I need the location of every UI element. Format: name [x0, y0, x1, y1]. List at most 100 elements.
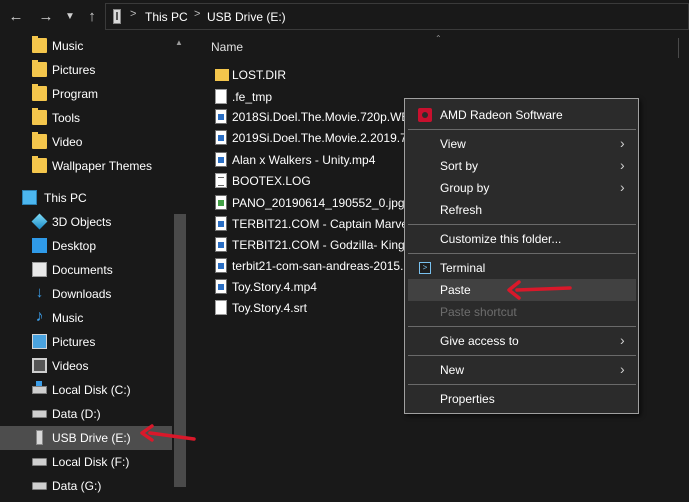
- annotation-arrow-icon: [507, 280, 572, 300]
- folder-icon: [32, 36, 47, 53]
- menu-item-label: Properties: [440, 392, 495, 406]
- video-file-icon: [215, 109, 227, 124]
- breadcrumb-this-pc[interactable]: This PC: [145, 10, 188, 24]
- breadcrumb-separator: >: [194, 8, 201, 20]
- menu-item-label: Paste: [440, 283, 471, 297]
- sidebar-item-videos[interactable]: Videos: [0, 354, 172, 378]
- column-divider[interactable]: [678, 38, 679, 58]
- file-name: Toy.Story.4.mp4: [232, 280, 317, 294]
- computer-icon: [22, 190, 37, 205]
- menu-item-properties[interactable]: Properties: [408, 388, 636, 410]
- folder-icon: [32, 132, 47, 149]
- file-name: 2018Si.Doel.The.Movie.720p.WEB: [232, 110, 418, 124]
- file-name: 2019Si.Doel.The.Movie.2.2019.720: [232, 131, 421, 145]
- sidebar-item-tools-folder[interactable]: Tools: [0, 106, 172, 130]
- sidebar-item-data-g[interactable]: Data (G:): [0, 474, 172, 498]
- folder-icon: [32, 156, 47, 173]
- menu-separator: [408, 253, 636, 254]
- drive-icon: [32, 410, 47, 418]
- menu-item-view[interactable]: View ›: [408, 133, 636, 155]
- video-file-icon: [215, 258, 227, 273]
- folder-icon: [32, 84, 47, 101]
- sidebar-item-video-folder[interactable]: Video: [0, 130, 172, 154]
- sidebar-item-pictures-folder[interactable]: Pictures: [0, 58, 172, 82]
- sidebar-item-label: Documents: [52, 263, 113, 277]
- menu-item-new[interactable]: New ›: [408, 359, 636, 381]
- sidebar-item-downloads[interactable]: ↓ Downloads: [0, 282, 172, 306]
- menu-item-refresh[interactable]: Refresh: [408, 199, 636, 221]
- submenu-chevron-icon: ›: [620, 179, 625, 195]
- file-name: Alan x Walkers - Unity.mp4: [232, 153, 376, 167]
- sidebar-item-documents[interactable]: Documents: [0, 258, 172, 282]
- menu-item-label: View: [440, 137, 466, 151]
- menu-item-customize-folder[interactable]: Customize this folder...: [408, 228, 636, 250]
- menu-separator: [408, 384, 636, 385]
- context-menu: AMD Radeon Software View › Sort by › Gro…: [404, 98, 639, 414]
- sidebar-item-local-disk-c[interactable]: Local Disk (C:): [0, 378, 172, 402]
- sidebar-item-pictures[interactable]: Pictures: [0, 330, 172, 354]
- log-file-icon: [215, 173, 227, 188]
- sidebar-item-program-folder[interactable]: Program: [0, 82, 172, 106]
- video-file-icon: [215, 152, 227, 167]
- desktop-icon: [32, 238, 47, 253]
- sidebar-scrollbar-thumb[interactable]: [174, 214, 186, 487]
- sidebar-item-label: Video: [52, 135, 83, 149]
- sidebar-item-label: Wallpaper Themes: [52, 159, 153, 173]
- sidebar-item-this-pc[interactable]: This PC: [0, 186, 172, 210]
- sidebar-item-label: Videos: [52, 359, 89, 373]
- usb-drive-icon: [113, 9, 121, 24]
- recent-locations-chevron-icon[interactable]: ▼: [60, 7, 80, 27]
- sidebar-item-data-d[interactable]: Data (D:): [0, 402, 172, 426]
- folder-icon: [32, 60, 47, 77]
- file-name: TERBIT21.COM - Godzilla- King o: [232, 238, 415, 252]
- sidebar-item-label: Downloads: [52, 287, 112, 301]
- address-bar[interactable]: > This PC > USB Drive (E:): [105, 3, 689, 30]
- file-name: Toy.Story.4.srt: [232, 301, 307, 315]
- folder-icon: [215, 69, 229, 81]
- column-header-name[interactable]: Name: [211, 40, 243, 54]
- file-name: PANO_20190614_190552_0.jpg: [232, 196, 405, 210]
- file-row-lost-dir[interactable]: LOST.DIR: [192, 64, 689, 86]
- back-icon[interactable]: ←: [6, 7, 26, 27]
- menu-item-amd-radeon-software[interactable]: AMD Radeon Software: [408, 104, 636, 126]
- scroll-up-icon[interactable]: ▲: [175, 38, 183, 47]
- file-name: TERBIT21.COM - Captain Marvel: [232, 217, 411, 231]
- submenu-chevron-icon: ›: [620, 157, 625, 173]
- sidebar-item-label: Local Disk (C:): [52, 383, 131, 397]
- menu-item-label: Sort by: [440, 159, 479, 173]
- sidebar-item-label: Tools: [52, 111, 81, 125]
- breadcrumb-usb-drive[interactable]: USB Drive (E:): [207, 10, 286, 24]
- sidebar-item-desktop[interactable]: Desktop: [0, 234, 172, 258]
- 3d-objects-icon: [31, 213, 48, 230]
- forward-icon[interactable]: →: [36, 7, 56, 27]
- video-file-icon: [215, 216, 227, 231]
- menu-item-label: Paste shortcut: [440, 305, 517, 319]
- file-name: terbit21-com-san-andreas-2015.: [232, 259, 404, 273]
- file-name: BOOTEX.LOG: [232, 174, 311, 188]
- menu-item-terminal[interactable]: > Terminal: [408, 257, 636, 279]
- sidebar-item-music[interactable]: ♪ Music: [0, 306, 172, 330]
- sidebar-item-3d-objects[interactable]: 3D Objects: [0, 210, 172, 234]
- sidebar-item-label: Music: [52, 311, 84, 325]
- video-file-icon: [215, 279, 227, 294]
- submenu-chevron-icon: ›: [620, 135, 625, 151]
- sidebar-item-music-folder[interactable]: Music: [0, 34, 172, 58]
- usb-drive-icon: [36, 430, 43, 445]
- drive-icon: [32, 458, 47, 466]
- menu-item-paste-shortcut[interactable]: Paste shortcut: [408, 301, 636, 323]
- sidebar-item-label: Data (G:): [52, 479, 102, 493]
- sidebar-item-label: Data (D:): [52, 407, 101, 421]
- menu-item-sort-by[interactable]: Sort by ›: [408, 155, 636, 177]
- pictures-icon: [32, 334, 47, 349]
- sidebar-item-label: This PC: [44, 191, 87, 205]
- navigation-bar: ← → ▼ ↑ > This PC > USB Drive (E:): [0, 0, 689, 34]
- windows-drive-icon: [32, 381, 47, 394]
- sidebar-item-wallpaper-themes-folder[interactable]: Wallpaper Themes: [0, 154, 172, 178]
- menu-separator: [408, 129, 636, 130]
- sidebar-item-local-disk-f[interactable]: Local Disk (F:): [0, 450, 172, 474]
- sidebar-item-label: Pictures: [52, 335, 96, 349]
- sidebar-item-label: Program: [52, 87, 99, 101]
- menu-item-give-access-to[interactable]: Give access to ›: [408, 330, 636, 352]
- up-icon[interactable]: ↑: [82, 7, 102, 27]
- menu-item-group-by[interactable]: Group by ›: [408, 177, 636, 199]
